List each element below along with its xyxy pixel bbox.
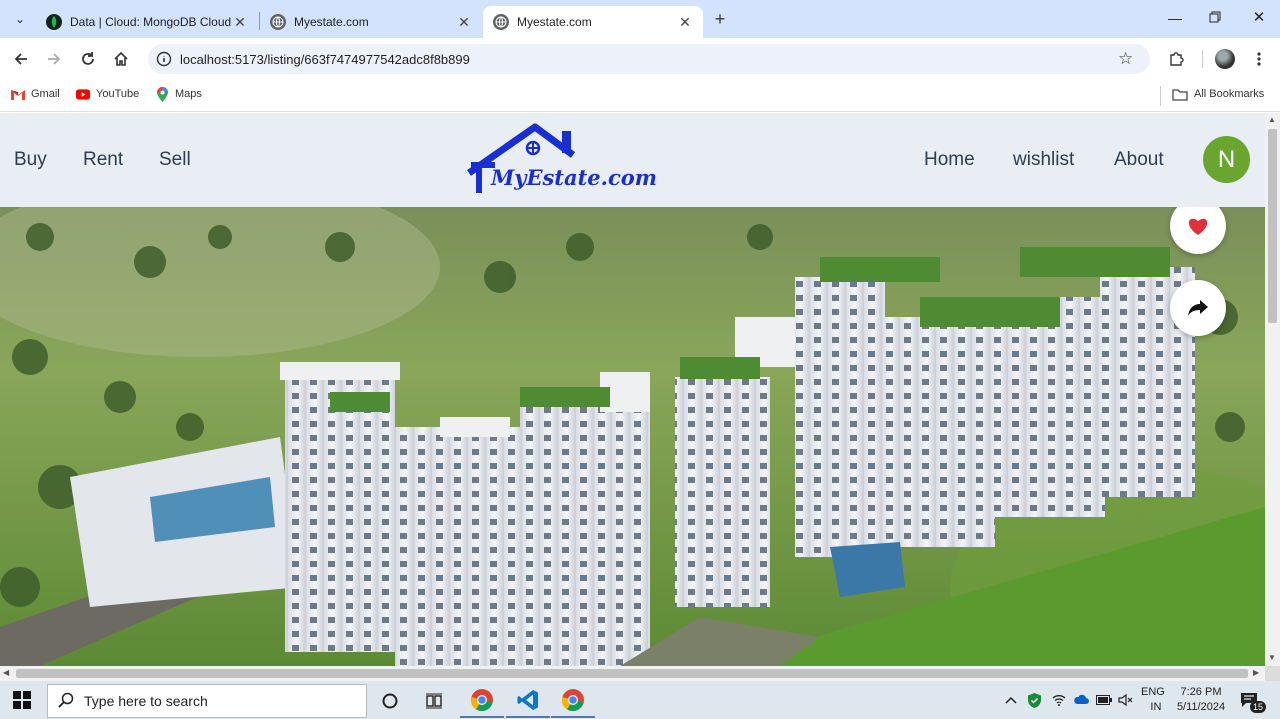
gmail-icon <box>11 87 25 101</box>
site-navbar: Buy Rent Sell MyEstate.com Home wishlist… <box>0 113 1265 207</box>
all-bookmarks-label: All Bookmarks <box>1194 88 1265 100</box>
bookmark-star-icon[interactable]: ☆ <box>1118 50 1136 68</box>
tab-search-chevron-icon[interactable]: ⌄ <box>12 12 28 28</box>
page-viewport: Buy Rent Sell MyEstate.com Home wishlist… <box>0 113 1265 666</box>
taskbar-chrome-profile-app[interactable] <box>551 684 595 718</box>
task-view-icon[interactable] <box>412 684 456 718</box>
battery-icon[interactable] <box>1096 681 1112 719</box>
taskbar-search-box[interactable]: Type here to search <box>47 684 367 718</box>
bookmark-label: YouTube <box>96 88 140 100</box>
taskbar-chrome-app[interactable] <box>460 684 504 718</box>
scroll-right-arrow-icon[interactable]: ▶ <box>1253 668 1259 677</box>
vscode-icon <box>517 690 538 710</box>
language-code: ENG <box>1141 686 1165 698</box>
wifi-icon[interactable] <box>1052 681 1066 719</box>
browser-toolbar: localhost:5173/listing/663f7474977542adc… <box>0 38 1280 80</box>
house-logo-icon <box>466 123 576 193</box>
close-window-icon[interactable]: ✕ <box>1244 8 1274 28</box>
share-arrow-icon <box>1188 300 1208 316</box>
language-indicator[interactable]: ENG IN <box>1141 681 1165 719</box>
cortana-circle-icon[interactable] <box>368 684 412 718</box>
address-bar[interactable]: localhost:5173/listing/663f7474977542adc… <box>148 44 1150 74</box>
heart-icon <box>1188 218 1208 235</box>
new-tab-icon[interactable]: + <box>710 9 730 29</box>
windows-taskbar: Type here to search ENG IN 7:26 PM 5/11/… <box>0 681 1280 719</box>
extensions-puzzle-icon[interactable] <box>1163 46 1189 72</box>
close-tab-icon[interactable]: ✕ <box>677 14 693 30</box>
scroll-down-arrow-icon[interactable]: ▼ <box>1268 653 1276 662</box>
search-placeholder: Type here to search <box>84 693 208 709</box>
scroll-up-arrow-icon[interactable]: ▲ <box>1268 115 1276 124</box>
forward-arrow-icon[interactable] <box>41 46 67 72</box>
url-text: localhost:5173/listing/663f7474977542adc… <box>180 51 470 67</box>
youtube-icon <box>76 87 90 101</box>
vertical-scroll-thumb[interactable] <box>1268 129 1277 323</box>
tab-strip: ⌄ Data | Cloud: MongoDB Cloud ✕ Myestate… <box>0 0 1280 38</box>
mongodb-leaf-icon <box>46 14 62 30</box>
show-hidden-icons-chevron[interactable] <box>1005 681 1017 719</box>
globe-icon <box>270 14 286 30</box>
share-button[interactable] <box>1170 280 1226 336</box>
nav-rent-link[interactable]: Rent <box>83 149 123 171</box>
tab-myestate-1[interactable]: Myestate.com ✕ <box>260 6 482 38</box>
vertical-scrollbar[interactable]: ▲ ▼ <box>1265 113 1280 666</box>
tab-myestate-active[interactable]: Myestate.com ✕ <box>483 6 703 38</box>
reload-icon[interactable] <box>75 46 101 72</box>
notification-center-icon[interactable]: 15 <box>1240 681 1267 719</box>
clock-time: 7:26 PM <box>1180 686 1222 698</box>
scrollbar-corner <box>1265 666 1280 681</box>
onedrive-cloud-icon[interactable] <box>1073 681 1089 719</box>
tab-title: Data | Cloud: MongoDB Cloud <box>70 15 232 29</box>
clock-date: 5/11/2024 <box>1176 701 1226 713</box>
taskbar-clock[interactable]: 7:26 PM 5/11/2024 <box>1176 681 1226 719</box>
site-info-icon[interactable] <box>156 51 172 67</box>
profile-avatar-icon[interactable] <box>1212 46 1238 72</box>
nav-about-link[interactable]: About <box>1114 149 1164 171</box>
taskbar-vscode-app[interactable] <box>506 684 550 718</box>
back-arrow-icon[interactable] <box>8 46 34 72</box>
toolbar-divider <box>1202 50 1203 68</box>
nav-wishlist-link[interactable]: wishlist <box>1013 149 1074 171</box>
bookmarks-bar: Gmail YouTube Maps All Bookmarks <box>0 80 1280 112</box>
bookmark-youtube[interactable]: YouTube <box>76 87 139 101</box>
chrome-menu-icon[interactable] <box>1246 46 1272 72</box>
horizontal-scroll-thumb[interactable] <box>16 669 1248 678</box>
region-code: IN <box>1150 701 1162 713</box>
volume-muted-icon[interactable] <box>1118 681 1134 719</box>
tab-title: Myestate.com <box>294 15 369 29</box>
home-icon[interactable] <box>108 46 134 72</box>
chrome-icon <box>470 689 493 712</box>
close-tab-icon[interactable]: ✕ <box>232 14 248 30</box>
search-icon <box>58 692 74 711</box>
scroll-left-arrow-icon[interactable]: ◀ <box>3 668 9 677</box>
restore-window-icon[interactable] <box>1200 10 1230 28</box>
notification-count-badge: 15 <box>1250 701 1267 713</box>
nav-buy-link[interactable]: Buy <box>14 149 47 171</box>
apartment-complex-illustration <box>0 207 1265 666</box>
listing-hero-image <box>0 207 1265 666</box>
bookmark-label: Gmail <box>31 88 60 100</box>
horizontal-scrollbar[interactable]: ◀ ▶ <box>0 666 1265 681</box>
tab-title: Myestate.com <box>517 15 592 29</box>
user-avatar[interactable]: N <box>1203 136 1250 183</box>
bookmark-label: Maps <box>175 88 202 100</box>
maps-icon <box>155 86 169 102</box>
bookmark-maps[interactable]: Maps <box>155 86 202 102</box>
security-shield-icon[interactable] <box>1028 681 1041 719</box>
folder-icon <box>1172 87 1188 101</box>
minimize-window-icon[interactable]: — <box>1160 10 1190 28</box>
windows-start-icon[interactable] <box>13 691 31 714</box>
logo-text: MyEstate.com <box>491 165 657 190</box>
tab-mongodb[interactable]: Data | Cloud: MongoDB Cloud ✕ <box>36 6 258 38</box>
bookmarks-divider <box>1160 86 1161 106</box>
nav-sell-link[interactable]: Sell <box>159 149 191 171</box>
chrome-icon <box>561 689 584 712</box>
globe-icon <box>493 14 509 30</box>
site-logo[interactable]: MyEstate.com <box>465 121 657 207</box>
bookmark-gmail[interactable]: Gmail <box>11 87 60 101</box>
nav-home-link[interactable]: Home <box>924 149 975 171</box>
close-tab-icon[interactable]: ✕ <box>456 14 472 30</box>
all-bookmarks-folder[interactable]: All Bookmarks <box>1172 87 1264 101</box>
